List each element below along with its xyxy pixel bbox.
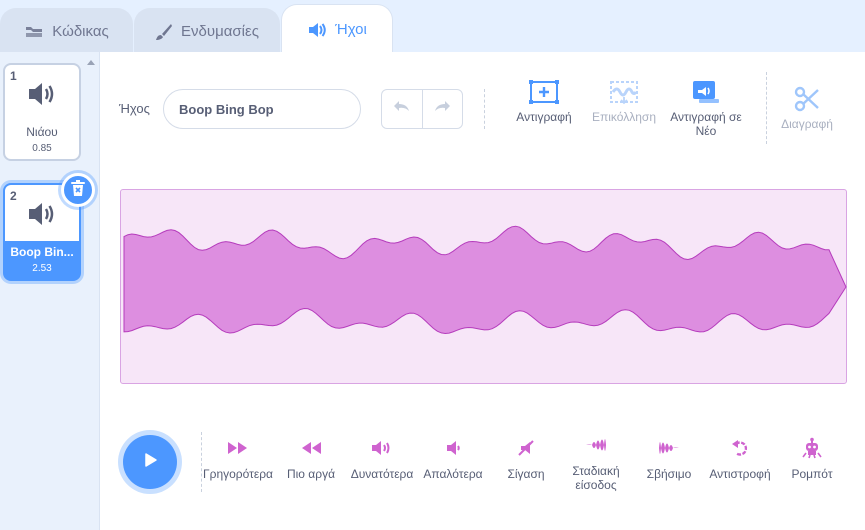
sound-item-duration: 2.53 — [32, 263, 52, 274]
tab-costumes-label: Ενδυμασίες — [181, 23, 259, 40]
tab-sounds[interactable]: Ήχοι — [281, 4, 393, 54]
effect-louder-button[interactable]: Δυνατότερα — [346, 435, 418, 481]
delete-label: Διαγραφή — [781, 117, 833, 131]
tab-code[interactable]: Κώδικας — [0, 8, 133, 54]
volume-up-icon — [346, 435, 418, 461]
sound-name-input[interactable] — [163, 89, 361, 129]
copy-to-new-button[interactable]: Αντιγραφή σε Νέο — [665, 79, 747, 138]
copy-label: Αντιγραφή — [516, 110, 572, 124]
paste-label: Επικόλληση — [591, 110, 656, 124]
effect-reverse-label: Αντιστροφή — [709, 467, 771, 481]
copy-to-new-icon — [665, 79, 747, 105]
effect-softer-button[interactable]: Απαλότερα — [418, 435, 488, 481]
effect-robot-label: Ρομπότ — [791, 467, 833, 481]
play-button[interactable] — [123, 435, 177, 489]
copy-to-new-label: Αντιγραφή σε Νέο — [670, 110, 742, 138]
fade-in-icon — [558, 432, 634, 458]
tab-costumes[interactable]: Ενδυμασίες — [134, 8, 280, 54]
sound-item-1[interactable]: 1 Νιάου 0.85 — [3, 63, 81, 161]
speaker-icon — [27, 81, 59, 112]
effect-fade-in-button[interactable]: Σταδιακή είσοδος — [558, 432, 634, 492]
effect-faster-button[interactable]: Γρηγορότερα — [200, 435, 276, 481]
undo-redo-group — [381, 89, 463, 129]
fade-out-icon — [634, 435, 704, 461]
tab-sounds-label: Ήχοι — [335, 21, 367, 38]
code-icon — [24, 24, 44, 40]
sound-icon — [307, 21, 327, 39]
effect-mute-label: Σίγαση — [507, 467, 545, 481]
sound-list: 1 Νιάου 0.85 2 Boop Bin... 2.53 — [0, 52, 100, 530]
waveform-shape — [123, 225, 847, 335]
effect-softer-label: Απαλότερα — [423, 467, 483, 481]
waveform-display[interactable] — [120, 189, 847, 384]
undo-button[interactable] — [382, 90, 423, 128]
scrollbar[interactable] — [82, 52, 98, 530]
brush-icon — [155, 23, 173, 41]
effect-louder-label: Δυνατότερα — [350, 467, 414, 481]
sound-item-number: 1 — [10, 69, 17, 83]
effect-mute-button[interactable]: Σίγαση — [498, 435, 554, 481]
copy-icon — [509, 79, 579, 105]
fast-forward-icon — [200, 435, 276, 461]
sound-item-2[interactable]: 2 Boop Bin... 2.53 — [3, 173, 95, 281]
sound-item-number: 2 — [10, 189, 17, 203]
play-icon — [141, 451, 159, 474]
undo-icon — [392, 100, 412, 119]
effect-slower-button[interactable]: Πιο αργά — [276, 435, 346, 481]
delete-sound-button[interactable] — [61, 173, 95, 207]
rewind-icon — [276, 435, 346, 461]
tab-code-label: Κώδικας — [52, 23, 109, 40]
effect-reverse-button[interactable]: Αντιστροφή — [704, 435, 776, 481]
sound-editor: Ήχος Αντιγραφή Επικόλληση Αντιγραφή σε — [100, 52, 865, 530]
effect-robot-button[interactable]: Ρομπότ — [784, 435, 840, 481]
effect-slower-label: Πιο αργά — [286, 467, 336, 481]
waveform-graph — [123, 225, 847, 335]
paste-icon — [586, 79, 662, 105]
editor-tabs: Κώδικας Ενδυμασίες Ήχοι — [0, 0, 865, 54]
trash-icon — [70, 179, 86, 202]
scissors-icon — [775, 86, 839, 112]
toolbar-divider — [766, 72, 767, 144]
mute-icon — [498, 435, 554, 461]
effect-fade-out-label: Σβήσιμο — [646, 467, 692, 481]
sound-item-name: Boop Bin... — [10, 245, 74, 259]
paste-button[interactable]: Επικόλληση — [586, 79, 662, 124]
sound-item-name: Νιάου — [26, 125, 58, 139]
effect-fade-out-button[interactable]: Σβήσιμο — [634, 435, 704, 481]
copy-button[interactable]: Αντιγραφή — [509, 79, 579, 124]
redo-icon — [432, 100, 452, 119]
redo-button[interactable] — [423, 90, 463, 128]
delete-button[interactable]: Διαγραφή — [775, 86, 839, 131]
scroll-up-arrow-icon[interactable] — [87, 60, 95, 65]
effect-faster-label: Γρηγορότερα — [203, 467, 273, 481]
toolbar-divider — [484, 89, 485, 129]
sound-name-label: Ήχος — [119, 101, 150, 116]
reverse-icon — [704, 435, 776, 461]
effect-fade-in-label: Σταδιακή είσοδος — [572, 464, 620, 492]
sound-item-duration: 0.85 — [32, 143, 52, 154]
robot-icon — [784, 435, 840, 461]
volume-down-icon — [418, 435, 488, 461]
speaker-icon — [27, 201, 59, 232]
